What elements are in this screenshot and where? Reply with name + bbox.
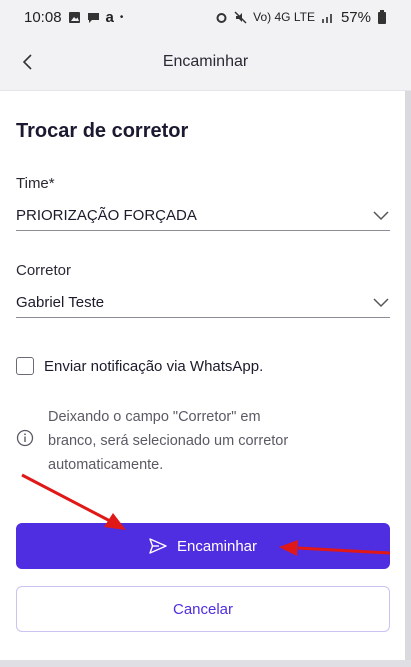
whatsapp-checkbox-row[interactable]: Enviar notificação via WhatsApp.	[16, 357, 263, 375]
bottom-edge	[0, 660, 411, 667]
status-right: Vo) 4G LTE 57%	[215, 9, 387, 26]
status-time: 10:08	[24, 8, 62, 26]
info-icon	[16, 429, 34, 447]
alarm-icon	[216, 12, 227, 23]
notification-letter: a	[105, 8, 114, 26]
cancel-button[interactable]: Cancelar	[16, 586, 390, 632]
battery-icon	[378, 10, 386, 24]
team-select-value: PRIORIZAÇÃO FORÇADA	[16, 207, 197, 224]
send-icon	[149, 538, 167, 554]
broker-select-value: Gabriel Teste	[16, 294, 105, 311]
forward-button[interactable]: Encaminhar	[16, 523, 390, 569]
network-text: Vo) 4G LTE	[253, 10, 315, 24]
back-button[interactable]	[14, 48, 42, 76]
chevron-down-icon	[372, 294, 390, 312]
status-left: 10:08 a •	[24, 9, 123, 26]
broker-label: Corretor	[16, 262, 72, 279]
info-line: Deixando o campo "Corretor" em	[48, 409, 261, 425]
chat-icon	[87, 12, 99, 23]
status-bar: 10:08 a • Vo) 4G LTE 57%	[0, 0, 411, 34]
info-text: Deixando o campo "Corretor" em branco, s…	[48, 405, 378, 477]
team-label: Time*	[16, 175, 55, 192]
cancel-button-label: Cancelar	[172, 600, 234, 618]
gallery-icon	[68, 11, 80, 23]
broker-select[interactable]: Gabriel Teste	[16, 288, 390, 318]
section-title: Trocar de corretor	[16, 120, 189, 142]
team-select[interactable]: PRIORIZAÇÃO FORÇADA	[16, 201, 390, 231]
app-header: Encaminhar	[0, 34, 411, 90]
info-line: automaticamente.	[48, 457, 164, 473]
dot-icon: •	[119, 11, 124, 23]
whatsapp-checkbox[interactable]	[16, 357, 34, 375]
page-title: Encaminhar	[162, 53, 249, 70]
mute-icon	[234, 10, 247, 24]
signal-icon	[321, 14, 332, 23]
whatsapp-checkbox-label: Enviar notificação via WhatsApp.	[44, 357, 264, 375]
window-edge	[405, 0, 411, 667]
chevron-down-icon	[372, 207, 390, 225]
chevron-left-icon	[22, 54, 32, 70]
forward-button-label: Encaminhar	[176, 537, 258, 555]
header-divider	[0, 90, 411, 91]
battery-percent: 57%	[340, 8, 371, 26]
annotation-arrow-diagonal	[21, 473, 126, 530]
info-line: branco, será selecionado um corretor	[48, 433, 289, 449]
